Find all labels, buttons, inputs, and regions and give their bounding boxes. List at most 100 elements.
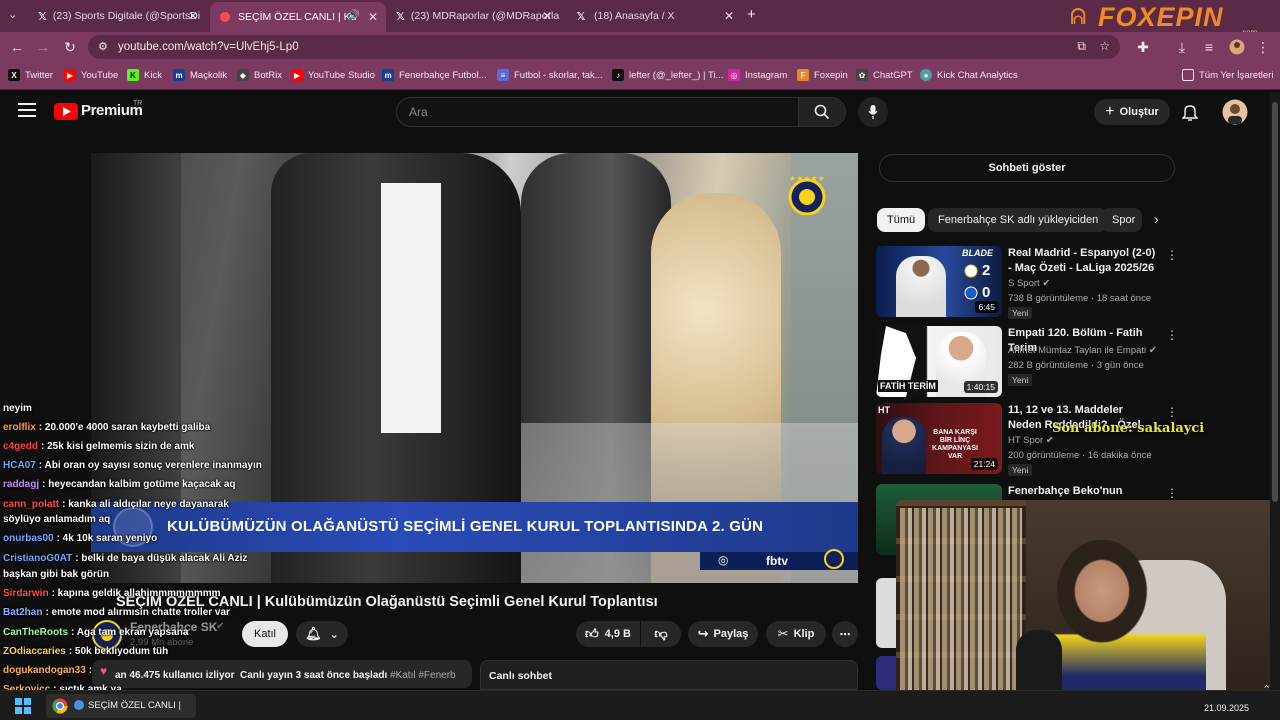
- bookmarks-bar: X Twitter ▶ YouTube K Kick m Maçkolik ◆ BotRi…: [0, 62, 1280, 90]
- forward-arrow-icon[interactable]: →: [34, 38, 52, 56]
- video-thumbnail[interactable]: BLADE 2 0 6:45: [876, 246, 1002, 317]
- notification-center-icon[interactable]: ⌃: [1262, 683, 1271, 696]
- chatgpt-icon: ✿: [856, 69, 868, 81]
- channel-name[interactable]: S Sport ✔: [1008, 278, 1050, 289]
- related-video[interactable]: HT BANA KARŞI BİR LİNÇ KAMPANYASI VAR 21…: [876, 403, 1178, 477]
- download-icon[interactable]: ⤓: [1173, 38, 1191, 56]
- bookmark-futbol-skorlar[interactable]: ≡ Futbol - skorlar, tak...: [497, 69, 603, 81]
- tab-sports-digitale[interactable]: 𝕏 (23) Sports Digitale (@SportsDi ✕: [30, 4, 206, 28]
- instagram-icon: ◎: [728, 69, 740, 81]
- bookmark-mackolik[interactable]: m Maçkolik: [173, 69, 227, 81]
- chip-sport[interactable]: Spor: [1102, 208, 1142, 232]
- speaker-icon[interactable]: 🔊: [348, 10, 360, 21]
- thumb-text: BLADE: [962, 248, 993, 258]
- bookmark-tiktok-lefter[interactable]: ♪ lefter (@_lefter_) | Ti...: [612, 69, 723, 81]
- taskbar-window-label: SEÇİM ÖZEL CANLI |: [88, 700, 181, 711]
- bookmark-twitter[interactable]: X Twitter: [8, 69, 53, 81]
- search-button[interactable]: [798, 97, 846, 127]
- bookmark-fenerbahce[interactable]: m Fenerbahçe Futbol...: [382, 69, 487, 81]
- dislike-button[interactable]: 👎︎: [641, 621, 681, 647]
- channel-name[interactable]: HT Spor ✔: [1008, 435, 1054, 446]
- reload-icon[interactable]: ↻: [61, 38, 79, 56]
- clip-button[interactable]: ✂ Klip: [766, 621, 826, 647]
- search-placeholder: Ara: [409, 105, 428, 119]
- windows-start-icon[interactable]: [15, 698, 31, 719]
- browser-menu-icon[interactable]: ⋮: [1254, 38, 1272, 56]
- bookmark-chatgpt[interactable]: ✿ ChatGPT: [856, 69, 913, 81]
- live-chat-panel[interactable]: Canlı sohbet: [480, 660, 858, 690]
- chat-username: CristianoG0AT: [3, 553, 73, 564]
- like-button[interactable]: 👍︎ 4,9 B: [576, 621, 640, 647]
- tab-label: (18) Anasayfa / X: [594, 10, 675, 22]
- chip-from-uploader[interactable]: Fenerbahçe SK adlı yükleyiciden: [928, 208, 1109, 232]
- related-video[interactable]: BLADE 2 0 6:45 Real Madrid - Espanyol (2…: [876, 246, 1178, 320]
- site-settings-icon[interactable]: ⚙: [98, 40, 108, 53]
- scrollbar-thumb[interactable]: [1272, 102, 1278, 502]
- cast-icon[interactable]: ⧉: [1077, 39, 1086, 54]
- new-badge: Yeni: [1008, 374, 1033, 386]
- bookmark-kick[interactable]: K Kick: [127, 69, 162, 81]
- tab-mdraporlar[interactable]: 𝕏 (23) MDRaporlar (@MDRaporlar ✕: [388, 4, 560, 28]
- video-title[interactable]: Real Madrid - Espanyol (2-0) - Maç Özeti…: [1008, 246, 1158, 276]
- bookmark-youtube-studio[interactable]: ▶ YouTube Studio: [291, 69, 375, 81]
- video-thumbnail[interactable]: HT BANA KARŞI BİR LİNÇ KAMPANYASI VAR 21…: [876, 403, 1002, 474]
- more-actions-button[interactable]: ⋯: [832, 621, 858, 647]
- notifications-bell-icon[interactable]: [1181, 103, 1199, 126]
- tab-anasayfa-x[interactable]: 𝕏 (18) Anasayfa / X ✕: [566, 4, 742, 28]
- close-icon[interactable]: ✕: [724, 9, 734, 23]
- account-avatar[interactable]: [1222, 99, 1248, 130]
- create-button[interactable]: + Oluştur: [1094, 99, 1170, 125]
- related-video[interactable]: FATİH TERİM 1:40:15 Empati 120. Bölüm - …: [876, 326, 1178, 400]
- hashtags[interactable]: #Katıl #Fenerb: [390, 670, 460, 681]
- chat-username: Sirdarwin: [3, 588, 49, 599]
- taskbar: SEÇİM ÖZEL CANLI | 21.09.2025 ⌃: [0, 684, 1280, 720]
- close-icon[interactable]: ✕: [188, 9, 198, 23]
- search-input[interactable]: Ara: [396, 97, 800, 127]
- page-scrollbar[interactable]: [1270, 92, 1280, 690]
- more-vertical-icon[interactable]: ⋮: [1166, 248, 1178, 262]
- youtube-premium-logo[interactable]: Premium TR: [54, 100, 154, 122]
- fox-icon: ᕱ: [1070, 4, 1087, 29]
- tab-youtube-live[interactable]: SEÇİM ÖZEL CANLI | Ku 🔊 ✕: [210, 2, 386, 32]
- browser-tab-bar: ⌄ 𝕏 (23) Sports Digitale (@SportsDi ✕ SE…: [0, 0, 1280, 37]
- webcam-overlay: [896, 500, 1270, 710]
- subscribe-notification-button[interactable]: 🔔︎ ⌄: [296, 621, 348, 647]
- bookmark-instagram[interactable]: ◎ Instagram: [728, 69, 787, 81]
- url-field[interactable]: ⚙ youtube.com/watch?v=UlvEhj5-Lp0 ⧉ ☆: [88, 35, 1120, 59]
- hamburger-menu-icon[interactable]: [18, 103, 36, 117]
- channel-name[interactable]: Ahmet Mümtaz Taylan ile Empati ✔: [1008, 345, 1157, 356]
- bookmark-kick-chat-analytics[interactable]: ● Kick Chat Analytics: [920, 69, 1018, 81]
- share-button[interactable]: ↪ Paylaş: [688, 621, 758, 647]
- profile-avatar[interactable]: [1228, 38, 1246, 56]
- instagram-icon: ◎: [718, 553, 729, 567]
- tab-label: (23) Sports Digitale (@SportsDi: [52, 10, 201, 22]
- video-thumbnail[interactable]: FATİH TERİM 1:40:15: [876, 326, 1002, 397]
- chip-all[interactable]: Tümü: [877, 208, 926, 232]
- more-vertical-icon[interactable]: ⋮: [1166, 405, 1178, 419]
- show-chat-button[interactable]: Sohbeti göster: [879, 154, 1175, 182]
- media-control-icon[interactable]: ≡: [1200, 38, 1218, 56]
- all-bookmarks[interactable]: Tüm Yer İşaretleri: [1182, 69, 1273, 81]
- bookmark-youtube[interactable]: ▶ YouTube: [64, 69, 118, 81]
- chat-message: erolflix: 20.000'e 4000 saran kaybetti g…: [3, 422, 211, 433]
- more-vertical-icon[interactable]: ⋮: [1166, 328, 1178, 342]
- bookmark-botrix[interactable]: ◆ BotRix: [237, 69, 282, 81]
- video-meta: 200 görüntüleme · 16 dakika önce: [1008, 450, 1152, 461]
- more-vertical-icon[interactable]: ⋮: [1166, 486, 1178, 500]
- tab-search-button[interactable]: ⌄: [8, 8, 24, 24]
- bookmark-star-icon[interactable]: ☆: [1099, 39, 1110, 53]
- chevron-right-icon[interactable]: ›: [1154, 211, 1159, 227]
- close-icon[interactable]: ✕: [542, 9, 552, 23]
- voice-search-button[interactable]: [858, 97, 888, 127]
- youtube-studio-icon: ▶: [291, 69, 303, 81]
- chrome-taskbar-button[interactable]: SEÇİM ÖZEL CANLI |: [46, 694, 196, 718]
- chat-username: raddagj: [3, 479, 40, 490]
- extensions-icon[interactable]: ✚: [1134, 38, 1152, 56]
- new-tab-button[interactable]: +: [747, 6, 756, 23]
- verified-icon: ✔: [1045, 435, 1054, 446]
- bookmark-foxepin[interactable]: F Foxepin: [797, 69, 848, 81]
- chat-message: CanTheRoots: Aga tam ekran yapsana: [3, 627, 189, 638]
- close-icon[interactable]: ✕: [368, 10, 378, 24]
- thumb-player-figure: [896, 256, 946, 317]
- back-arrow-icon[interactable]: ←: [8, 38, 26, 56]
